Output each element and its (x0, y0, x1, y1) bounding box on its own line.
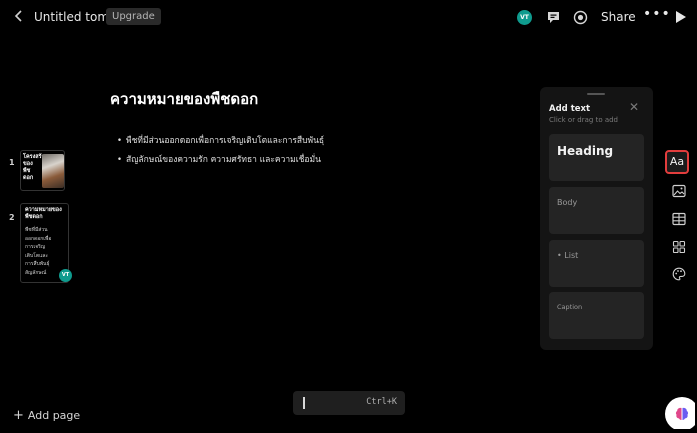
body-option[interactable]: Body (549, 187, 644, 234)
play-icon[interactable] (675, 9, 687, 23)
record-icon[interactable] (572, 9, 589, 26)
panel-title: Add text (549, 104, 591, 114)
heading-option[interactable]: Heading (549, 134, 644, 181)
add-page-label: Add page (27, 409, 81, 422)
comment-icon[interactable] (545, 9, 562, 26)
option-label: Heading (557, 144, 614, 158)
image-icon (672, 184, 686, 198)
option-label: Caption (557, 303, 583, 311)
drag-handle[interactable] (587, 93, 605, 95)
option-label: Body (557, 198, 578, 207)
thumbnail-title: โครงสร้างของพืชดอก (23, 154, 48, 181)
close-icon[interactable]: ✕ (629, 100, 639, 114)
add-text-panel: Add text Click or drag to add ✕ Heading … (540, 87, 653, 350)
thumbnail-title: ความหมายของพืชดอก (25, 207, 62, 220)
thumbnail-number: 1 (9, 158, 15, 167)
thumbnail-body: พืชที่มีส่วนออกดอกเพื่อการเจริญเติบโตและ… (25, 227, 52, 276)
table-tool-button[interactable] (668, 208, 690, 230)
bullet-list[interactable]: พืชที่มีส่วนออกดอกเพื่อการเจริญเติบโตและ… (117, 132, 324, 170)
keyboard-shortcut: Ctrl+K (366, 397, 397, 407)
collaborator-avatar: VT (59, 269, 72, 282)
caption-option[interactable]: Caption (549, 292, 644, 339)
thumbnail-image (42, 154, 64, 188)
app-frame: Untitled tome Upgrade VT Share ••• 1 โคร… (3, 3, 695, 429)
upgrade-badge[interactable]: Upgrade (106, 8, 161, 25)
more-options-icon[interactable]: ••• (643, 6, 671, 22)
table-icon (672, 212, 686, 226)
option-label: • List (557, 251, 579, 260)
slide-title[interactable]: ความหมายของพืชดอก (110, 87, 258, 111)
plus-icon: + (13, 408, 24, 423)
command-input[interactable]: Ctrl+K (293, 391, 405, 415)
bullet-item[interactable]: พืชที่มีส่วนออกดอกเพื่อการเจริญเติบโตและ… (117, 132, 324, 151)
panel-subtitle: Click or drag to add (549, 116, 618, 124)
back-icon[interactable] (11, 8, 27, 24)
thumbnail-number: 2 (9, 213, 15, 222)
brain-icon (675, 407, 689, 420)
user-avatar[interactable]: VT (517, 10, 532, 25)
add-page-button[interactable]: + Add page (13, 408, 80, 423)
theme-tool-button[interactable] (668, 263, 690, 285)
top-bar: Untitled tome Upgrade VT Share ••• (3, 3, 695, 33)
text-tool-button[interactable]: Aa (665, 150, 689, 174)
image-tool-button[interactable] (668, 180, 690, 202)
grid-icon (672, 240, 686, 254)
palette-icon (672, 267, 686, 281)
text-cursor (303, 397, 305, 409)
layout-tool-button[interactable] (668, 236, 690, 258)
share-button[interactable]: Share (601, 10, 636, 24)
document-title[interactable]: Untitled tome (34, 10, 116, 24)
bullet-item[interactable]: สัญลักษณ์ของความรัก ความศรัทธา และความเช… (117, 151, 324, 170)
ai-assistant-button[interactable] (665, 397, 695, 429)
list-option[interactable]: • List (549, 240, 644, 287)
slide-thumbnail-1[interactable]: โครงสร้างของพืชดอก (20, 150, 65, 191)
text-icon: Aa (669, 155, 685, 168)
